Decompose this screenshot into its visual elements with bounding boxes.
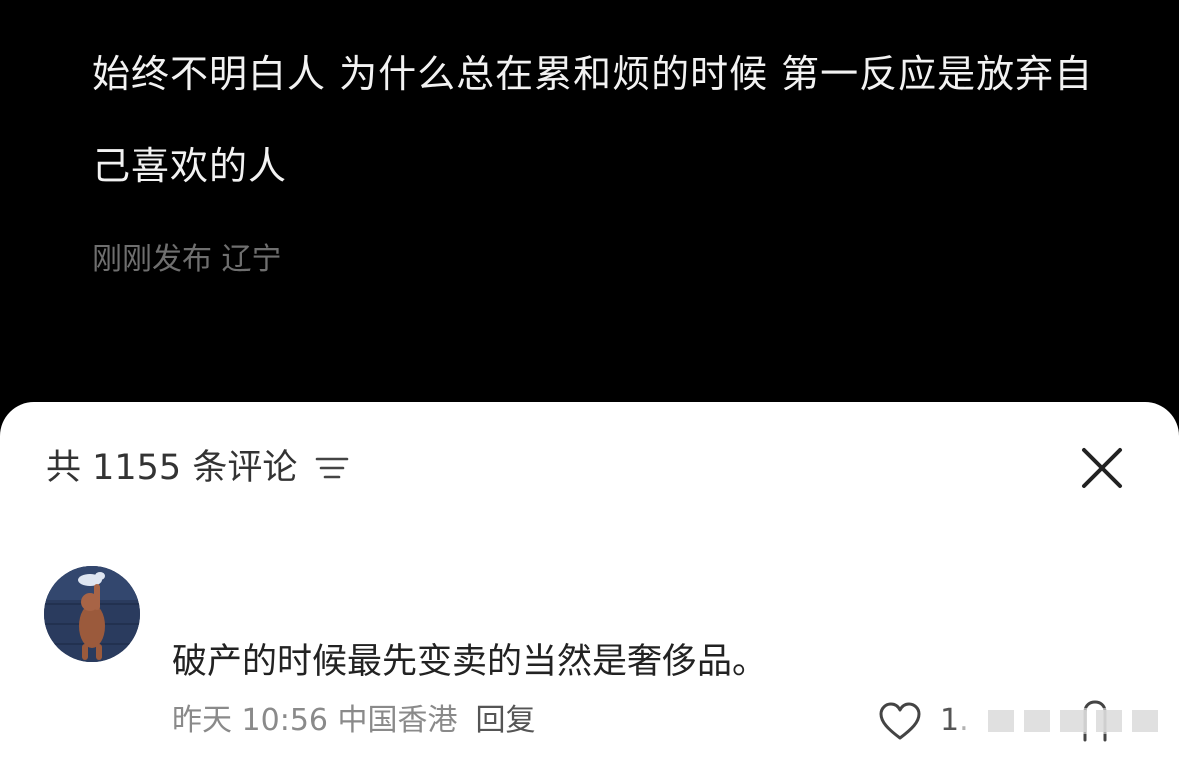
close-button[interactable] [1076,442,1128,494]
sort-lines-icon [316,457,349,479]
avatar[interactable] [44,566,140,662]
comments-header: 共 1155 条评论 [46,440,349,496]
post-content: 始终不明白人 为什么总在累和烦的时候 第一反应是放弃自己喜欢的人 刚刚发布 辽宁 [0,0,1179,410]
comment-meta: 昨天 10:56 中国香港 回复 [172,698,536,744]
watermark [958,700,1168,740]
screen: 始终不明白人 为什么总在累和烦的时候 第一反应是放弃自己喜欢的人 刚刚发布 辽宁… [0,0,1179,758]
post-text: 始终不明白人 为什么总在累和烦的时候 第一反应是放弃自己喜欢的人 [92,52,1094,188]
comment-time-location: 昨天 10:56 中国香港 [172,703,458,738]
post-meta: 刚刚发布 辽宁 [92,242,282,277]
cartoon-avatar-icon [44,566,140,662]
like-button[interactable] [878,702,922,742]
heart-outline-icon [879,702,921,740]
close-icon [1082,448,1122,488]
comment-text: 破产的时候最先变卖的当然是奢侈品。 [172,642,768,682]
sort-icon[interactable] [315,453,349,483]
comment-count: 共 1155 条评论 [46,448,298,488]
watermark-logo [958,708,1168,734]
reply-button[interactable]: 回复 [476,698,536,744]
